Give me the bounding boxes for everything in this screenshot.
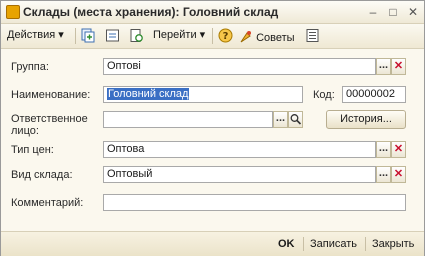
toolbar-separator	[212, 28, 213, 44]
minimize-button[interactable]: –	[366, 5, 380, 19]
responsible-field[interactable]	[103, 111, 273, 128]
price-type-clear-button[interactable]: ✕	[391, 141, 406, 158]
price-type-field[interactable]: Оптова	[103, 141, 376, 158]
toolbar-separator	[75, 28, 76, 44]
code-field[interactable]: 00000002	[342, 86, 406, 103]
tips-button[interactable]: Советы	[239, 27, 295, 44]
warehouse-type-clear-button[interactable]: ✕	[391, 166, 406, 183]
chevron-down-icon: ▾	[58, 29, 64, 41]
title-bar: Склады (места хранения): Головний склад …	[1, 1, 424, 24]
edit-form-icon[interactable]	[105, 28, 120, 43]
comment-field[interactable]	[103, 194, 406, 211]
app-icon	[6, 5, 20, 19]
close-window-button[interactable]: ✕	[406, 5, 420, 19]
responsible-label-line2: лицо:	[11, 125, 39, 137]
name-label: Наименование:	[11, 89, 91, 101]
history-button[interactable]: История...	[326, 110, 406, 129]
help-icon[interactable]: ?	[218, 28, 233, 43]
responsible-select-button[interactable]: ...	[273, 111, 288, 128]
command-separator	[303, 237, 304, 251]
responsible-search-button[interactable]	[288, 111, 303, 128]
copy-icon[interactable]	[81, 28, 96, 43]
tips-label: Советы	[256, 32, 295, 44]
refresh-icon[interactable]	[129, 28, 144, 43]
close-button[interactable]: Закрыть	[372, 236, 414, 252]
command-separator	[365, 237, 366, 251]
group-field[interactable]: Оптові	[103, 58, 376, 75]
group-select-button[interactable]: ...	[376, 58, 391, 75]
price-type-select-button[interactable]: ...	[376, 141, 391, 158]
responsible-label: Ответственное	[11, 113, 88, 125]
comment-label: Комментарий:	[11, 197, 84, 209]
search-icon	[290, 114, 302, 125]
goto-menu[interactable]: Перейти ▾	[153, 27, 205, 44]
svg-text:?: ?	[223, 31, 229, 42]
chevron-down-icon: ▾	[199, 29, 206, 41]
ok-button[interactable]: OK	[278, 236, 295, 252]
save-button[interactable]: Записать	[310, 236, 357, 252]
maximize-button[interactable]: □	[386, 5, 400, 19]
warehouse-type-select-button[interactable]: ...	[376, 166, 391, 183]
command-bar: OK Записать Закрыть	[1, 231, 424, 256]
tips-icon	[240, 31, 251, 43]
actions-menu-label: Действия	[7, 29, 56, 41]
warehouse-type-label: Вид склада:	[11, 169, 73, 181]
price-type-label: Тип цен:	[11, 144, 54, 156]
group-clear-button[interactable]: ✕	[391, 58, 406, 75]
code-label: Код:	[313, 89, 335, 101]
list-icon[interactable]	[305, 28, 320, 43]
document-window: Склады (места хранения): Головний склад …	[0, 0, 425, 256]
goto-menu-label: Перейти	[153, 29, 197, 41]
window-title: Склады (места хранения): Головний склад	[23, 5, 279, 19]
warehouse-type-field[interactable]: Оптовый	[103, 166, 376, 183]
group-label: Группа:	[11, 61, 49, 73]
actions-menu[interactable]: Действия ▾	[7, 27, 64, 44]
name-field[interactable]: Головний склад	[103, 86, 303, 103]
name-field-selected-text: Головний склад	[107, 88, 190, 100]
toolbar: Действия ▾ Перейти ▾ ? Советы	[1, 24, 424, 49]
